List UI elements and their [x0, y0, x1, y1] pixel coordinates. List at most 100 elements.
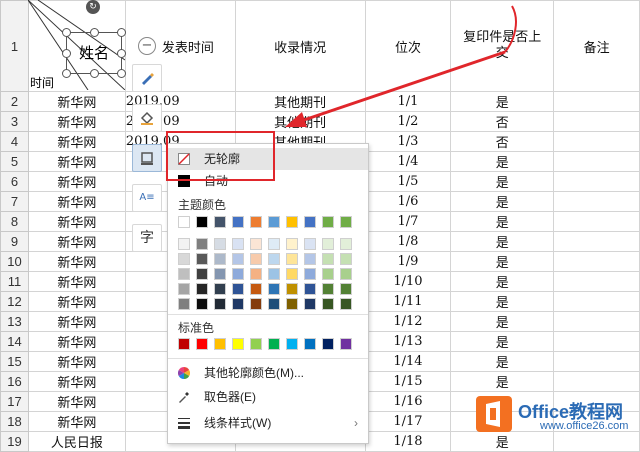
copy-cell[interactable]: 是	[450, 231, 555, 252]
resize-handle-icon[interactable]	[90, 69, 99, 78]
name-cell[interactable]: 新华网	[27, 231, 126, 252]
standard-color-swatch[interactable]	[340, 338, 352, 350]
name-cell[interactable]: 新华网	[27, 111, 126, 132]
theme-shade-swatch[interactable]	[214, 298, 226, 310]
theme-shade-swatch[interactable]	[268, 298, 280, 310]
font-icon[interactable]: 字	[132, 224, 162, 252]
rank-cell[interactable]: 1/10	[364, 271, 452, 292]
inclusion-header[interactable]: 收录情况	[234, 0, 366, 92]
row-number[interactable]: 6	[0, 171, 29, 192]
name-cell[interactable]: 新华网	[27, 371, 126, 392]
row-number[interactable]: 1	[0, 0, 29, 92]
remark-cell[interactable]	[553, 191, 640, 212]
rank-cell[interactable]: 1/11	[364, 291, 452, 312]
text-box-icon[interactable]: A≡	[132, 184, 162, 212]
inclusion-cell[interactable]: 其他期刊	[234, 111, 366, 132]
standard-color-swatch[interactable]	[268, 338, 280, 350]
remark-cell[interactable]	[553, 331, 640, 352]
fill-icon[interactable]	[132, 104, 162, 132]
theme-shade-swatch[interactable]	[196, 283, 208, 295]
theme-color-swatch[interactable]	[214, 216, 226, 228]
remark-cell[interactable]	[553, 291, 640, 312]
resize-handle-icon[interactable]	[62, 28, 71, 37]
copy-cell[interactable]: 是	[450, 211, 555, 232]
name-text-box[interactable]: 姓名	[66, 32, 122, 74]
row-number[interactable]: 13	[0, 311, 29, 332]
theme-color-swatch[interactable]	[196, 216, 208, 228]
row-number[interactable]: 7	[0, 191, 29, 212]
theme-shade-swatch[interactable]	[268, 283, 280, 295]
standard-color-swatch[interactable]	[250, 338, 262, 350]
outline-icon[interactable]	[132, 144, 162, 172]
theme-shade-swatch[interactable]	[340, 253, 352, 265]
theme-color-swatch[interactable]	[340, 216, 352, 228]
row-number[interactable]: 5	[0, 151, 29, 172]
pen-icon[interactable]	[132, 64, 162, 92]
copy-cell[interactable]: 是	[450, 371, 555, 392]
theme-shade-swatch[interactable]	[322, 268, 334, 280]
remark-cell[interactable]	[553, 91, 640, 112]
copy-cell[interactable]: 是	[450, 151, 555, 172]
row-number[interactable]: 15	[0, 351, 29, 372]
rank-cell[interactable]: 1/6	[364, 191, 452, 212]
rank-cell[interactable]: 1/9	[364, 251, 452, 272]
theme-shade-swatch[interactable]	[232, 298, 244, 310]
theme-shade-swatch[interactable]	[232, 283, 244, 295]
copy-cell[interactable]: 是	[450, 251, 555, 272]
name-cell[interactable]: 新华网	[27, 171, 126, 192]
remark-cell[interactable]	[553, 351, 640, 372]
remark-header[interactable]: 备注	[553, 0, 640, 92]
row-number[interactable]: 14	[0, 331, 29, 352]
theme-shade-swatch[interactable]	[340, 268, 352, 280]
standard-color-swatch[interactable]	[322, 338, 334, 350]
theme-shade-swatch[interactable]	[178, 268, 190, 280]
row-number[interactable]: 8	[0, 211, 29, 232]
rank-cell[interactable]: 1/8	[364, 231, 452, 252]
theme-shade-swatch[interactable]	[196, 268, 208, 280]
rank-cell[interactable]: 1/15	[364, 371, 452, 392]
theme-shade-swatch[interactable]	[250, 253, 262, 265]
rank-cell[interactable]: 1/1	[364, 91, 452, 112]
theme-shade-swatch[interactable]	[250, 283, 262, 295]
row-number[interactable]: 17	[0, 391, 29, 412]
row-number[interactable]: 3	[0, 111, 29, 132]
copy-cell[interactable]: 是	[450, 331, 555, 352]
theme-color-swatch[interactable]	[250, 216, 262, 228]
theme-shade-swatch[interactable]	[340, 298, 352, 310]
resize-handle-icon[interactable]	[90, 28, 99, 37]
copy-cell[interactable]: 是	[450, 291, 555, 312]
name-cell[interactable]: 新华网	[27, 271, 126, 292]
remark-cell[interactable]	[553, 251, 640, 272]
row-number[interactable]: 18	[0, 411, 29, 432]
remark-cell[interactable]	[553, 171, 640, 192]
theme-shade-swatch[interactable]	[286, 238, 298, 250]
remark-cell[interactable]	[553, 231, 640, 252]
remark-cell[interactable]	[553, 151, 640, 172]
copy-cell[interactable]: 否	[450, 131, 555, 152]
rank-cell[interactable]: 1/5	[364, 171, 452, 192]
resize-handle-icon[interactable]	[117, 49, 126, 58]
name-cell[interactable]: 新华网	[27, 251, 126, 272]
standard-color-swatch[interactable]	[178, 338, 190, 350]
line-style-item[interactable]: 线条样式(W) ›	[168, 412, 368, 434]
row-number[interactable]: 12	[0, 291, 29, 312]
more-outline-colors-item[interactable]: 其他轮廓颜色(M)...	[168, 362, 368, 384]
rank-cell[interactable]: 1/14	[364, 351, 452, 372]
name-cell[interactable]: 新华网	[27, 191, 126, 212]
row-number[interactable]: 2	[0, 91, 29, 112]
standard-color-swatch[interactable]	[196, 338, 208, 350]
copy-cell[interactable]: 是	[450, 91, 555, 112]
row-number[interactable]: 11	[0, 271, 29, 292]
theme-shade-swatch[interactable]	[304, 283, 316, 295]
name-cell[interactable]: 新华网	[27, 211, 126, 232]
row-number[interactable]: 4	[0, 131, 29, 152]
theme-shade-swatch[interactable]	[214, 253, 226, 265]
remark-cell[interactable]	[553, 271, 640, 292]
theme-shade-swatch[interactable]	[268, 238, 280, 250]
theme-shade-swatch[interactable]	[196, 298, 208, 310]
name-cell[interactable]: 新华网	[27, 91, 126, 112]
theme-color-swatch[interactable]	[232, 216, 244, 228]
rank-cell[interactable]: 1/7	[364, 211, 452, 232]
resize-handle-icon[interactable]	[62, 69, 71, 78]
theme-shade-swatch[interactable]	[178, 238, 190, 250]
